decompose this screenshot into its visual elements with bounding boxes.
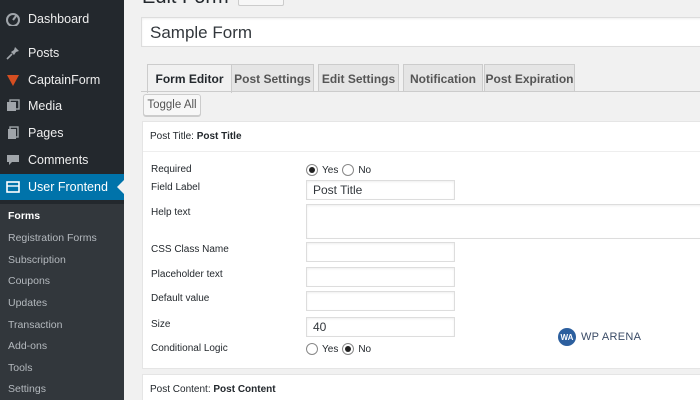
default-value-input[interactable] [306,291,455,311]
sidebar-item-label: Comments [28,153,89,167]
sidebar-item-media[interactable]: Media [0,93,124,119]
conditional-logic-label: Conditional Logic [151,343,228,354]
page-title: Edit Form [142,0,229,9]
sidebar-item-label: User Frontend [28,180,108,194]
field-label-label: Field Label [151,182,200,193]
submenu-item-forms[interactable]: Forms [8,210,40,222]
placeholder-label: Placeholder text [151,269,223,280]
tab-form-editor[interactable]: Form Editor [147,64,232,93]
sidebar-submenu: Forms Registration Forms Subscription Co… [0,204,124,400]
pages-icon [6,126,20,140]
pin-icon [6,46,20,60]
help-text-label: Help text [151,207,191,218]
submenu-item-transaction[interactable]: Transaction [8,319,62,331]
tab-post-expiration[interactable]: Post Expiration [484,64,575,92]
submenu-item-tools[interactable]: Tools [8,362,33,374]
sidebar-item-user-frontend[interactable]: User Frontend [0,174,124,200]
tab-notification[interactable]: Notification [403,64,483,92]
wp-arena-watermark: WA WP ARENA [558,328,641,346]
submenu-item-add-ons[interactable]: Add-ons [8,340,47,352]
placeholder-input[interactable] [306,267,455,287]
conditional-radio-group: Yes No [306,343,375,355]
required-yes-radio[interactable] [306,164,318,176]
field-header-prefix: Post Title: [150,131,194,142]
field-header-name: Post Content [213,384,276,395]
field-header-prefix: Post Content: [150,384,211,395]
sidebar-item-label: Pages [28,126,64,140]
submenu-item-settings[interactable]: Settings [8,383,46,395]
default-value-label: Default value [151,293,210,304]
size-input[interactable]: 40 [306,317,455,337]
conditional-no-radio[interactable] [342,343,355,355]
wp-arena-text: WP ARENA [581,331,642,343]
submenu-item-subscription[interactable]: Subscription [8,254,66,266]
field-label-input[interactable]: Post Title [306,180,455,200]
submenu-item-registration-forms[interactable]: Registration Forms [8,232,97,244]
sidebar-item-captainform[interactable]: CaptainForm [0,67,124,93]
required-no-label: No [358,164,372,176]
css-class-input[interactable] [306,242,455,262]
sidebar-item-comments[interactable]: Comments [0,147,124,173]
user-frontend-icon [6,180,20,194]
tab-edit-settings[interactable]: Edit Settings [318,64,399,92]
sidebar-item-label: Dashboard [28,12,90,26]
conditional-yes-label: Yes [322,343,339,355]
sidebar-item-posts[interactable]: Posts [0,40,124,66]
sidebar-item-pages[interactable]: Pages [0,120,124,146]
required-radio-group: Yes No [306,164,375,176]
required-no-radio[interactable] [342,164,355,176]
sidebar-item-label: Media [28,99,63,113]
field-panel-post-content[interactable]: Post Content: Post Content [142,374,700,400]
sidebar-item-label: CaptainForm [28,73,101,87]
sidebar-item-label: Posts [28,46,60,60]
add-new-button[interactable] [238,0,284,6]
conditional-no-label: No [358,343,372,355]
captainform-icon [6,73,20,87]
tab-divider [141,91,700,92]
conditional-yes-radio[interactable] [306,343,318,355]
admin-sidebar: Dashboard Posts CaptainForm Media Pages … [0,0,124,400]
required-yes-label: Yes [322,164,339,176]
dashboard-icon [6,12,20,26]
tab-post-settings[interactable]: Post Settings [231,64,314,92]
wp-arena-logo: WA [558,328,576,346]
size-label: Size [151,319,171,330]
submenu-item-coupons[interactable]: Coupons [8,275,50,287]
form-name-input[interactable]: Sample Form [141,17,700,47]
media-icon [6,99,20,113]
css-class-label: CSS Class Name [151,244,229,255]
field-header-name: Post Title [196,131,242,142]
help-text-textarea[interactable] [306,204,700,239]
comments-icon [6,153,20,167]
toggle-all-button[interactable]: Toggle All [143,94,201,116]
sidebar-item-dashboard[interactable]: Dashboard [0,6,124,32]
field-header[interactable]: Post Title: Post Title [143,122,700,152]
submenu-item-updates[interactable]: Updates [8,297,47,309]
required-label: Required [151,164,192,175]
